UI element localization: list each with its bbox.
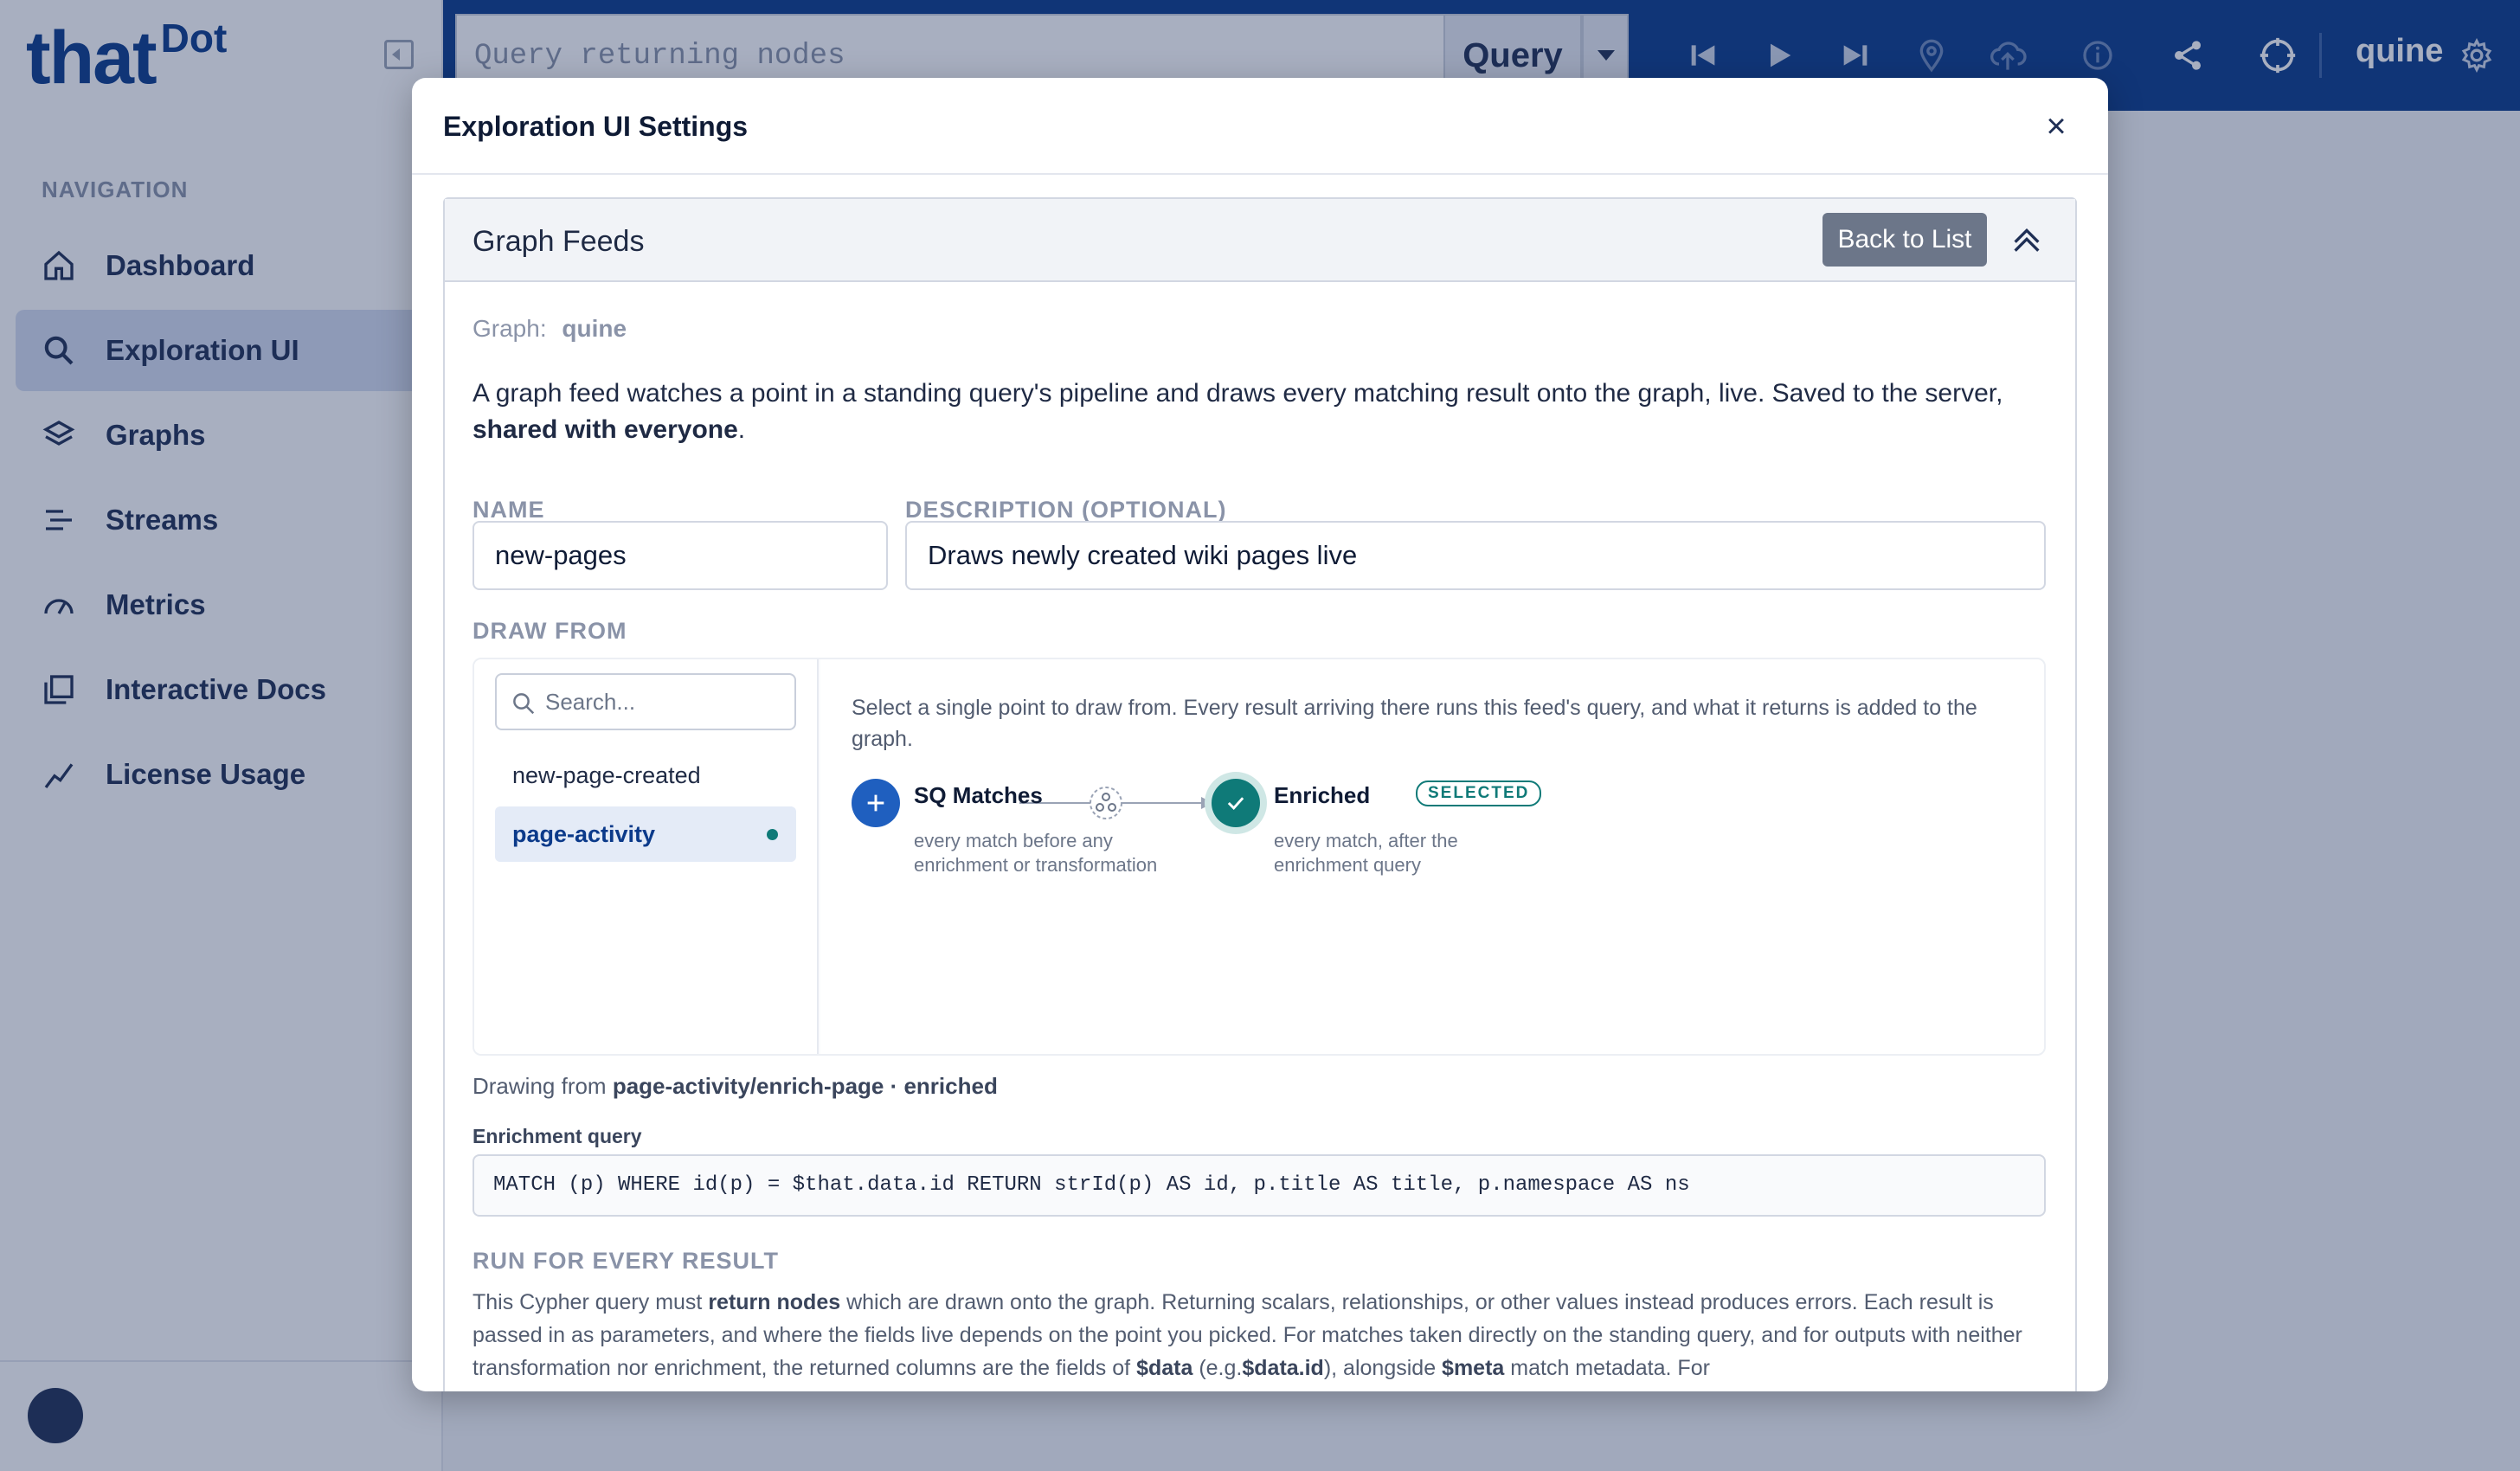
settings-modal: Exploration UI Settings × Graph Feeds Ba… bbox=[412, 78, 2108, 1391]
description-input[interactable]: Draws newly created wiki pages live bbox=[905, 521, 2046, 590]
chevron-up-icon[interactable] bbox=[2009, 223, 2044, 258]
drawing-from-line: Drawing from page-activity/enrich-page ·… bbox=[472, 1073, 998, 1100]
search-placeholder: Search... bbox=[545, 689, 636, 715]
desc-text: A graph feed watches a point in a standi… bbox=[472, 379, 2003, 408]
draw-from-label: DRAW FROM bbox=[472, 618, 627, 644]
close-icon[interactable]: × bbox=[2039, 109, 2073, 144]
pipeline-connector bbox=[1019, 787, 1213, 819]
run-text-bold: $data.id bbox=[1242, 1356, 1324, 1380]
draw-from-picker: Search... new-page-created page-activity… bbox=[472, 658, 2046, 1056]
list-item-label: new-page-created bbox=[512, 762, 701, 788]
selected-dot-icon bbox=[767, 829, 778, 840]
list-item-new-page-created[interactable]: new-page-created bbox=[495, 748, 796, 803]
name-input[interactable]: new-pages bbox=[472, 521, 888, 590]
point-enriched-title[interactable]: Enriched bbox=[1274, 782, 1370, 809]
graph-feeds-panel: Graph Feeds Back to List Graph: quine A … bbox=[443, 197, 2077, 1391]
graph-label: Graph: bbox=[472, 315, 547, 342]
point-sq-matches-title[interactable]: SQ Matches bbox=[914, 782, 1043, 809]
plus-icon[interactable] bbox=[852, 779, 900, 827]
enrichment-query-label: Enrichment query bbox=[472, 1125, 642, 1147]
run-text-bold: $data bbox=[1136, 1356, 1193, 1380]
point-sq-matches-sub: every match before any enrichment or tra… bbox=[914, 830, 1158, 876]
name-label: NAME bbox=[472, 497, 545, 523]
standing-query-list: Search... new-page-created page-activity bbox=[474, 659, 819, 1054]
selected-badge: SELECTED bbox=[1416, 780, 1542, 806]
drawing-from-value: page-activity/enrich-page · enriched bbox=[612, 1073, 998, 1099]
desc-bold: shared with everyone bbox=[472, 415, 738, 444]
desc-end: . bbox=[737, 415, 746, 444]
search-icon bbox=[511, 691, 537, 716]
check-icon[interactable] bbox=[1212, 779, 1260, 827]
graph-indicator: Graph: quine bbox=[472, 315, 627, 343]
modal-header: Exploration UI Settings × bbox=[412, 78, 2108, 175]
back-to-list-button[interactable]: Back to List bbox=[1822, 213, 1987, 267]
run-help-text: This Cypher query must return nodes whic… bbox=[472, 1286, 2030, 1384]
run-text-part: match metadata. For bbox=[1510, 1356, 1710, 1380]
run-text-bold: return nodes bbox=[708, 1290, 841, 1314]
run-text-part: ), alongside bbox=[1323, 1356, 1437, 1380]
draw-instruction: Select a single point to draw from. Ever… bbox=[852, 696, 1977, 751]
run-text-part: (e.g. bbox=[1199, 1356, 1243, 1380]
enrichment-query-box[interactable]: MATCH (p) WHERE id(p) = $that.data.id RE… bbox=[472, 1154, 2046, 1217]
run-text-part: This Cypher query must bbox=[472, 1290, 703, 1314]
pipeline-points: Select a single point to draw from. Ever… bbox=[820, 659, 2044, 1054]
list-item-page-activity[interactable]: page-activity bbox=[495, 806, 796, 862]
graph-name: quine bbox=[562, 315, 627, 342]
feed-description-text: A graph feed watches a point in a standi… bbox=[472, 376, 2013, 448]
point-enriched-sub: every match, after the enrichment query bbox=[1274, 830, 1458, 876]
run-text-bold: $meta bbox=[1442, 1356, 1505, 1380]
description-label: DESCRIPTION (OPTIONAL) bbox=[905, 497, 1227, 523]
panel-header: Graph Feeds Back to List bbox=[445, 199, 2075, 282]
list-item-label: page-activity bbox=[512, 821, 656, 847]
run-for-every-result-label: RUN FOR EVERY RESULT bbox=[472, 1248, 780, 1274]
search-input[interactable]: Search... bbox=[495, 673, 796, 730]
modal-title: Exploration UI Settings bbox=[443, 111, 749, 142]
drawing-from-prefix: Drawing from bbox=[472, 1073, 607, 1099]
panel-title: Graph Feeds bbox=[472, 225, 645, 258]
